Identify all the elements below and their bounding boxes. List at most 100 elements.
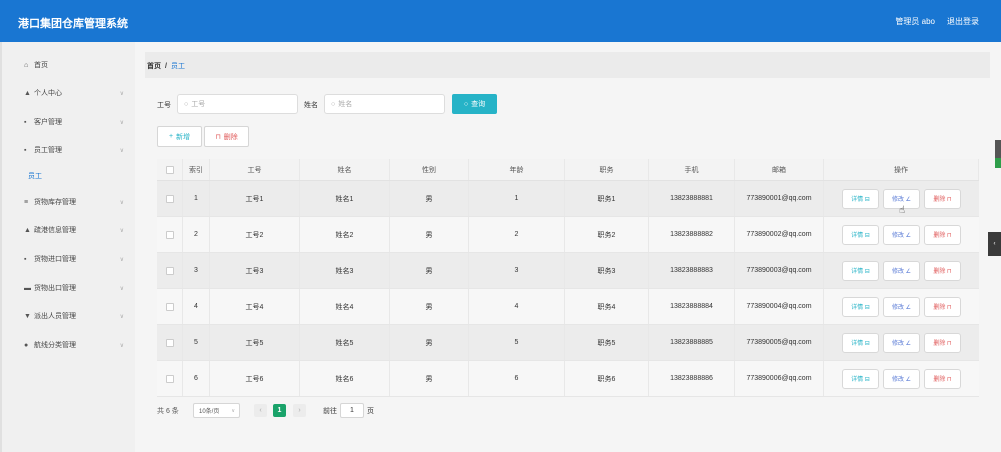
add-button-label: 新增 bbox=[176, 133, 191, 141]
edit-button[interactable]: 修改 ∠ bbox=[883, 296, 920, 317]
delete-button[interactable]: 删除 ⊓ bbox=[924, 296, 961, 317]
sidebar-item-label: 航线分类管理 bbox=[34, 342, 76, 349]
home-icon: ⌂ bbox=[24, 61, 29, 69]
table-cell: 6 bbox=[469, 361, 565, 396]
detail-button[interactable]: 详情 ⊟ bbox=[842, 368, 879, 389]
detail-button[interactable]: 详情 ⊟ bbox=[842, 224, 879, 245]
goto-page-input[interactable]: 1 bbox=[340, 403, 364, 418]
name-filter-input[interactable]: ○ 姓名 bbox=[324, 94, 445, 114]
column-header: 年龄 bbox=[469, 159, 565, 180]
chevron-down-icon: ∨ bbox=[231, 407, 235, 414]
table-cell: 姓名2 bbox=[300, 217, 390, 252]
name-filter-placeholder: 姓名 bbox=[338, 101, 353, 108]
id-filter-input[interactable]: ○ 工号 bbox=[177, 94, 298, 114]
breadcrumb-current: 员工 bbox=[170, 63, 185, 70]
breadcrumb-home[interactable]: 首页 bbox=[147, 63, 161, 70]
edit-button[interactable]: 修改 ∠ bbox=[883, 332, 920, 353]
table-row: 1 工号1 姓名1 男 1 职务1 13823888881 773890001@qq.com 详… bbox=[157, 181, 979, 217]
table-cell: 6 bbox=[183, 361, 210, 396]
name-filter-label: 姓名 bbox=[304, 102, 318, 109]
table-cell: 773890001@qq.com bbox=[735, 181, 824, 216]
current-user: 管理员 abo bbox=[895, 17, 935, 26]
row-checkbox[interactable] bbox=[165, 194, 174, 203]
sidebar-item-6[interactable]: ▲ 疏港信息管理 ∨ bbox=[24, 222, 124, 238]
next-page-button[interactable]: › bbox=[293, 404, 306, 417]
delete-button[interactable]: 删除 ⊓ bbox=[924, 260, 961, 281]
table-cell: 5 bbox=[183, 325, 210, 360]
select-all-checkbox[interactable] bbox=[165, 165, 174, 174]
detail-button[interactable]: 详情 ⊟ bbox=[842, 332, 879, 353]
table-cell: 姓名4 bbox=[300, 289, 390, 324]
page-size-select[interactable]: 10条/页 ∨ bbox=[193, 403, 240, 418]
search-icon: ○ bbox=[331, 100, 336, 108]
chevron-down-icon: ∨ bbox=[119, 90, 124, 97]
sidebar-item-1[interactable]: ⌂ 首页 bbox=[24, 57, 124, 73]
table-cell: 1 bbox=[469, 181, 565, 216]
detail-button[interactable]: 详情 ⊟ bbox=[842, 260, 879, 281]
search-button-label: 查询 bbox=[471, 101, 486, 108]
add-button[interactable]: + 新增 bbox=[157, 126, 202, 147]
table-cell: 职务3 bbox=[565, 253, 649, 288]
row-checkbox[interactable] bbox=[165, 266, 174, 275]
prev-page-button[interactable]: ‹ bbox=[254, 404, 267, 417]
table-cell: 职务4 bbox=[565, 289, 649, 324]
sidebar-item-label: 疏港信息管理 bbox=[34, 227, 76, 234]
sidebar-item-5[interactable]: ≡ 货物库存管理 ∨ bbox=[24, 194, 124, 210]
delete-button[interactable]: 删除 ⊓ bbox=[924, 224, 961, 245]
search-button[interactable]: ○ 查询 bbox=[452, 94, 497, 114]
table-cell: 工号6 bbox=[210, 361, 300, 396]
logout-link[interactable]: 退出登录 bbox=[947, 16, 979, 27]
table-cell: 13823888883 bbox=[649, 253, 735, 288]
sidebar-item-label: 派出人员管理 bbox=[34, 313, 76, 320]
table-cell: 4 bbox=[469, 289, 565, 324]
sidebar-item-label: 货物出口管理 bbox=[34, 285, 76, 292]
table-cell: 13823888882 bbox=[649, 217, 735, 252]
breadcrumb-bar: 首页 / 员工 bbox=[145, 52, 990, 78]
row-checkbox[interactable] bbox=[165, 302, 174, 311]
row-checkbox[interactable] bbox=[165, 230, 174, 239]
row-checkbox[interactable] bbox=[165, 338, 174, 347]
column-header: 手机 bbox=[649, 159, 735, 180]
sidebar-item-2[interactable]: ▲ 个人中心 ∨ bbox=[24, 85, 124, 101]
person-icon: ▲ bbox=[24, 89, 31, 97]
chevron-down-icon: ∨ bbox=[119, 313, 124, 320]
sidebar-item-10[interactable]: ● 航线分类管理 ∨ bbox=[24, 337, 124, 353]
detail-button[interactable]: 详情 ⊟ bbox=[842, 296, 879, 317]
table-cell: 姓名5 bbox=[300, 325, 390, 360]
collapse-panel-tab[interactable]: ‹ bbox=[988, 232, 1001, 256]
table-cell: 773890004@qq.com bbox=[735, 289, 824, 324]
row-checkbox[interactable] bbox=[165, 374, 174, 383]
delete-button[interactable]: 删除 ⊓ bbox=[924, 368, 961, 389]
column-header: 索引 bbox=[183, 159, 210, 180]
sidebar-item-9[interactable]: ▼ 派出人员管理 ∨ bbox=[24, 308, 124, 324]
batch-delete-button[interactable]: ⊓ 删除 bbox=[204, 126, 249, 147]
page-number-current[interactable]: 1 bbox=[273, 404, 286, 417]
sidebar-item-7[interactable]: ▪ 货物进口管理 ∨ bbox=[24, 251, 124, 267]
app-title: 港口集团仓库管理系统 bbox=[18, 18, 128, 30]
sidebar-item-4[interactable]: ▪ 员工管理 ∨ bbox=[24, 142, 124, 158]
table-cell: 工号3 bbox=[210, 253, 300, 288]
sidebar-item-label: 货物库存管理 bbox=[34, 199, 76, 206]
trash-icon: ⊓ bbox=[215, 133, 221, 141]
table-cell: 13823888885 bbox=[649, 325, 735, 360]
table-cell: 13823888886 bbox=[649, 361, 735, 396]
table-cell: 职务1 bbox=[565, 181, 649, 216]
table-cell: 2 bbox=[469, 217, 565, 252]
sidebar-subitem-employee[interactable]: 员工 bbox=[28, 171, 42, 181]
edit-button[interactable]: 修改 ∠ bbox=[883, 260, 920, 281]
sidebar-item-3[interactable]: ▪ 客户管理 ∨ bbox=[24, 114, 124, 130]
breadcrumb: 首页 / 员工 bbox=[147, 61, 185, 71]
grid-icon: ▪ bbox=[24, 146, 27, 154]
edit-button[interactable]: 修改 ∠ bbox=[883, 224, 920, 245]
detail-button[interactable]: 详情 ⊟ bbox=[842, 188, 879, 209]
pagination-total: 共 6 条 bbox=[157, 408, 179, 415]
sidebar-item-8[interactable]: ▬ 货物出口管理 ∨ bbox=[24, 280, 124, 296]
table-cell: 工号4 bbox=[210, 289, 300, 324]
table-row: 6 工号6 姓名6 男 6 职务6 13823888886 773890006@qq.com 详… bbox=[157, 361, 979, 397]
table-cell: 2 bbox=[183, 217, 210, 252]
delete-button[interactable]: 删除 ⊓ bbox=[924, 332, 961, 353]
search-icon: ○ bbox=[184, 100, 189, 108]
sidebar-item-label: 员工管理 bbox=[34, 147, 62, 154]
delete-button[interactable]: 删除 ⊓ bbox=[924, 188, 961, 209]
edit-button[interactable]: 修改 ∠ bbox=[883, 368, 920, 389]
